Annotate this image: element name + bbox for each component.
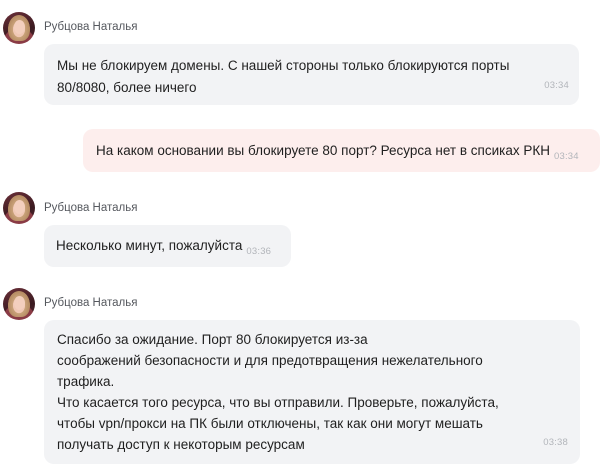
- message-time: 03:36: [246, 246, 272, 257]
- avatar-face: [14, 20, 25, 34]
- sender-name: Рубцова Наталья: [44, 21, 138, 33]
- message-bubble[interactable]: Спасибо за ожидание. Порт 80 блокируется…: [44, 320, 580, 464]
- avatar[interactable]: [3, 12, 35, 44]
- message-bubble[interactable]: Несколько минут, пожалуйста 03:36: [44, 225, 291, 267]
- avatar-face: [14, 296, 25, 310]
- message-time: 03:38: [543, 437, 568, 448]
- avatar-face: [14, 200, 25, 214]
- message-text: Несколько минут, пожалуйста: [56, 238, 243, 253]
- sender-name: Рубцова Наталья: [44, 202, 138, 214]
- avatar[interactable]: [3, 192, 35, 224]
- message-bubble[interactable]: Мы не блокируем домены. С нашей стороны …: [44, 44, 579, 105]
- outgoing-message-bubble[interactable]: На каком основании вы блокируете 80 порт…: [83, 129, 600, 172]
- avatar[interactable]: [3, 288, 35, 320]
- message-text: Мы не блокируем домены. С нашей стороны …: [57, 58, 510, 95]
- sender-name: Рубцова Наталья: [44, 297, 138, 309]
- message-time: 03:34: [544, 80, 569, 91]
- message-time: 03:34: [553, 151, 579, 162]
- message-text: Спасибо за ожидание. Порт 80 блокируется…: [57, 332, 499, 452]
- message-text: На каком основании вы блокируете 80 порт…: [96, 143, 550, 158]
